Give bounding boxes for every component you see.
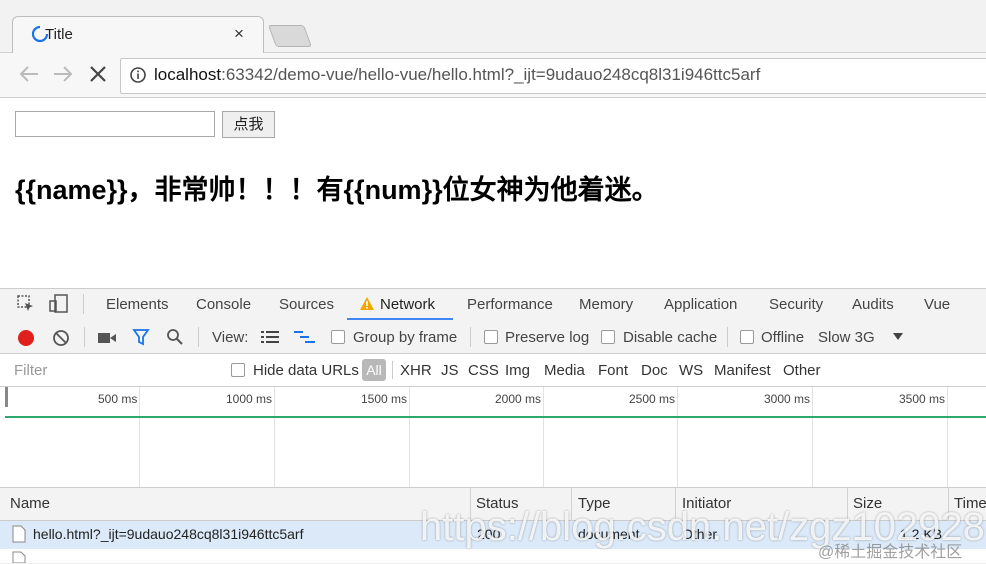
timeline-gridline [812, 387, 813, 487]
tab-application[interactable]: Application [664, 296, 737, 313]
filter-icon[interactable] [132, 328, 150, 346]
filter-xhr[interactable]: XHR [400, 362, 432, 379]
filter-other[interactable]: Other [783, 362, 821, 379]
tab-sources[interactable]: Sources [279, 296, 334, 313]
active-tab-indicator [347, 318, 453, 320]
filter-all[interactable]: All [362, 359, 386, 381]
search-icon[interactable] [166, 328, 184, 346]
warning-icon [360, 297, 374, 310]
filter-input[interactable]: Filter [14, 362, 47, 379]
offline-checkbox[interactable] [740, 330, 754, 344]
request-name: hello.html?_ijt=9udauo248cq8l31i946ttc5a… [33, 526, 304, 542]
tab-memory[interactable]: Memory [579, 296, 633, 313]
filter-font[interactable]: Font [598, 362, 628, 379]
filter-ws[interactable]: WS [679, 362, 703, 379]
watermark-secondary: @稀土掘金技术社区 [818, 544, 963, 561]
timeline-gridline [677, 387, 678, 487]
new-tab-button[interactable] [267, 25, 313, 47]
tab-audits[interactable]: Audits [852, 296, 894, 313]
hide-data-urls-checkbox[interactable] [231, 363, 245, 377]
group-by-frame-label: Group by frame [353, 329, 458, 346]
tab-close-icon[interactable]: × [234, 24, 244, 44]
info-icon[interactable] [129, 66, 147, 84]
filter-js[interactable]: JS [441, 362, 459, 379]
document-file-icon [12, 525, 26, 543]
timeline-gridline [139, 387, 140, 487]
column-name[interactable]: Name [10, 495, 50, 512]
tab-vue[interactable]: Vue [924, 296, 950, 313]
url-host: localhost [154, 65, 222, 84]
timeline-gridline [543, 387, 544, 487]
group-by-frame-checkbox[interactable] [331, 330, 345, 344]
forward-arrow-icon[interactable] [52, 64, 74, 84]
click-me-button[interactable]: 点我 [222, 111, 275, 138]
throttling-select[interactable]: Slow 3G [818, 329, 875, 346]
timeline-gridline [274, 387, 275, 487]
offline-label: Offline [761, 329, 805, 346]
toolbar-separator [470, 327, 471, 347]
url-path: :63342/demo-vue/hello-vue/hello.html?_ij… [221, 65, 761, 84]
preserve-log-label: Preserve log [505, 329, 590, 346]
stop-icon[interactable] [88, 64, 108, 84]
disable-cache-label: Disable cache [623, 329, 718, 346]
timeline-tick: 1000 ms [226, 392, 273, 406]
timeline-gridline [409, 387, 410, 487]
tab-title: Title [45, 26, 73, 43]
tab-elements[interactable]: Elements [106, 296, 169, 313]
timeline-tick: 3500 ms [899, 392, 946, 406]
large-rows-icon[interactable] [261, 330, 279, 344]
view-label: View: [212, 329, 249, 346]
timeline-tick: 2000 ms [495, 392, 542, 406]
timeline-tick: 2500 ms [629, 392, 676, 406]
toolbar-separator [84, 327, 85, 347]
dropdown-arrow-icon[interactable] [893, 333, 903, 341]
timeline-tick: 1500 ms [361, 392, 408, 406]
filter-css[interactable]: CSS [468, 362, 499, 379]
document-file-icon [12, 551, 26, 563]
url-text: localhost:63342/demo-vue/hello-vue/hello… [154, 65, 760, 85]
record-icon[interactable] [17, 329, 35, 347]
timeline-handle[interactable] [5, 387, 8, 407]
device-toolbar-icon[interactable] [49, 294, 69, 314]
text-input[interactable] [15, 111, 215, 137]
toolbar-separator [727, 327, 728, 347]
disable-cache-checkbox[interactable] [601, 330, 615, 344]
filter-img[interactable]: Img [505, 362, 530, 379]
tab-performance[interactable]: Performance [467, 296, 553, 313]
filter-manifest[interactable]: Manifest [714, 362, 771, 379]
hide-data-urls-label: Hide data URLs [253, 362, 359, 379]
toolbar-separator [198, 327, 199, 347]
timeline-overview[interactable] [0, 387, 986, 488]
timeline-tick: 500 ms [98, 392, 138, 406]
waterfall-view-icon[interactable] [294, 330, 316, 344]
inspect-element-icon[interactable] [17, 295, 35, 313]
tab-separator [83, 294, 84, 314]
timeline-tick: 3000 ms [764, 392, 811, 406]
dom-content-loaded-line [5, 416, 986, 418]
filter-media[interactable]: Media [544, 362, 585, 379]
filter-doc[interactable]: Doc [641, 362, 668, 379]
clear-icon[interactable] [52, 329, 70, 347]
page-heading: {{name}}，非常帅！！！有{{num}}位女神为他着迷。 [15, 175, 659, 205]
tab-network[interactable]: Network [380, 296, 435, 313]
tab-security[interactable]: Security [769, 296, 823, 313]
tab-console[interactable]: Console [196, 296, 251, 313]
back-arrow-icon[interactable] [18, 64, 40, 84]
timeline-gridline [947, 387, 948, 487]
filter-separator [392, 361, 393, 379]
capture-screenshots-icon[interactable] [97, 331, 117, 345]
preserve-log-checkbox[interactable] [484, 330, 498, 344]
